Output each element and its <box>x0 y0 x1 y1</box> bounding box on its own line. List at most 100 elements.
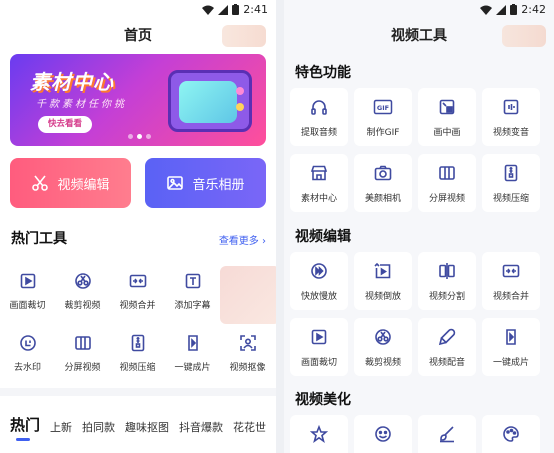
tab-flower[interactable]: 花花世 <box>233 419 266 435</box>
tool-label: 视频配音 <box>428 358 465 368</box>
signal-icon <box>496 4 507 15</box>
tool-dub[interactable]: 视频配音 <box>418 318 476 376</box>
tool-cut-video[interactable]: 裁剪视频 <box>55 266 110 328</box>
tool-label: 画中画 <box>433 128 461 138</box>
section-separator <box>0 388 276 396</box>
tool-merge[interactable]: 视频合并 <box>482 252 540 310</box>
blurred-tool-tile[interactable] <box>220 266 276 324</box>
tool-split[interactable]: 视频分割 <box>418 252 476 310</box>
tool-label: 一键成片 <box>492 358 529 368</box>
tool-crop[interactable]: 画面裁切 <box>290 318 348 376</box>
dub-icon <box>437 327 457 347</box>
tool-beautify-1[interactable] <box>290 415 348 453</box>
merge-icon <box>127 270 149 292</box>
tool-material-center[interactable]: 素材中心 <box>290 154 348 212</box>
hot-tools-title: 热门工具 <box>11 231 67 247</box>
camera-icon <box>373 163 393 183</box>
status-bar: 2:42 <box>284 0 554 20</box>
category-tabs: 热门 上新 拍同款 趣味抠图 抖音爆款 花花世 <box>10 414 266 441</box>
tool-label: 美颜相机 <box>364 194 401 204</box>
see-more-link[interactable]: 查看更多 › <box>219 232 266 247</box>
tool-watermark[interactable]: 去水印 <box>0 328 55 390</box>
tool-label: 素材中心 <box>300 194 337 204</box>
tool-label: 裁剪视频 <box>64 301 101 311</box>
tool-label: 一键成片 <box>174 363 211 373</box>
tab-same-style[interactable]: 拍同款 <box>82 419 115 435</box>
tool-label: 视频分割 <box>428 292 465 302</box>
banner-pager <box>128 134 151 139</box>
battery-icon <box>232 4 240 15</box>
featured-grid: 提取音频 GIF 制作GIF 画中画 视频变音 素材中心 美颜相机 分屏视频 视 <box>290 88 550 212</box>
cut-video-icon <box>373 327 393 347</box>
tool-label: 视频抠像 <box>229 363 266 373</box>
pager-dot <box>146 134 151 139</box>
reverse-icon <box>373 261 393 281</box>
section-title-featured: 特色功能 <box>295 65 351 81</box>
avatar[interactable] <box>502 25 546 47</box>
tool-make-gif[interactable]: GIF 制作GIF <box>354 88 412 146</box>
tool-beautify-2[interactable] <box>354 415 412 453</box>
tool-label: 裁剪视频 <box>364 358 401 368</box>
video-edit-button[interactable]: 视频编辑 <box>10 158 131 208</box>
tool-one-click[interactable]: 一键成片 <box>482 318 540 376</box>
tab-fun-cutout[interactable]: 趣味抠图 <box>125 419 169 435</box>
tab-new[interactable]: 上新 <box>50 419 72 435</box>
tool-voice-change[interactable]: 视频变音 <box>482 88 540 146</box>
merge-icon <box>501 261 521 281</box>
promo-banner[interactable]: 素材中心 千款素材任你挑 快去看看 <box>10 54 266 146</box>
tool-portrait-cutout[interactable]: 视频抠像 <box>220 328 275 390</box>
store-icon <box>309 163 329 183</box>
split-screen-icon <box>437 163 457 183</box>
banner-cta-button[interactable]: 快去看看 <box>38 116 92 133</box>
tool-label: 视频合并 <box>119 301 156 311</box>
picture-in-picture-icon <box>437 97 457 117</box>
one-click-icon <box>182 332 204 354</box>
wifi-icon <box>480 5 493 15</box>
subtitle-icon <box>182 270 204 292</box>
tool-label: 视频压缩 <box>492 194 529 204</box>
tool-reverse[interactable]: 视频倒放 <box>354 252 412 310</box>
tool-label: 画面裁切 <box>9 301 46 311</box>
tool-pip[interactable]: 画中画 <box>418 88 476 146</box>
status-time: 2:42 <box>521 3 546 16</box>
tool-beauty-camera[interactable]: 美颜相机 <box>354 154 412 212</box>
pager-dot <box>128 134 133 139</box>
split-screen-icon <box>72 332 94 354</box>
tool-compress[interactable]: 视频压缩 <box>482 154 540 212</box>
star-icon <box>309 424 329 444</box>
brush-icon <box>437 424 457 444</box>
compress-icon <box>501 163 521 183</box>
pager-dot-active <box>137 134 142 139</box>
music-album-button[interactable]: 音乐相册 <box>145 158 266 208</box>
tool-split-screen[interactable]: 分屏视频 <box>418 154 476 212</box>
cut-video-icon <box>72 270 94 292</box>
tool-one-click[interactable]: 一键成片 <box>165 328 220 390</box>
tool-merge[interactable]: 视频合并 <box>110 266 165 328</box>
tool-beautify-3[interactable] <box>418 415 476 453</box>
photo-icon <box>167 176 184 190</box>
beautify-grid <box>290 415 550 453</box>
video-edit-label: 视频编辑 <box>57 177 110 193</box>
compress-icon <box>127 332 149 354</box>
tool-speed[interactable]: 快放慢放 <box>290 252 348 310</box>
tool-label: 画面裁切 <box>300 358 337 368</box>
tool-beautify-4[interactable] <box>482 415 540 453</box>
tool-label: 分屏视频 <box>64 363 101 373</box>
tool-split-screen[interactable]: 分屏视频 <box>55 328 110 390</box>
tool-extract-audio[interactable]: 提取音频 <box>290 88 348 146</box>
tool-label: 快放慢放 <box>300 292 337 302</box>
status-bar: 2:41 <box>0 0 276 20</box>
tab-douyin[interactable]: 抖音爆款 <box>179 419 223 435</box>
tab-hot[interactable]: 热门 <box>10 414 40 441</box>
tool-label: 去水印 <box>13 363 41 373</box>
tool-compress[interactable]: 视频压缩 <box>110 328 165 390</box>
video-tools-screen: 2:42 视频工具 特色功能 提取音频 GIF 制作GIF 画中画 视频变音 素… <box>284 0 554 453</box>
signal-icon <box>218 4 229 15</box>
avatar[interactable] <box>222 25 266 47</box>
tool-cut-video[interactable]: 裁剪视频 <box>354 318 412 376</box>
portrait-cutout-icon <box>237 332 259 354</box>
watermark-icon <box>17 332 39 354</box>
smile-icon <box>373 424 393 444</box>
tool-subtitle[interactable]: 添加字幕 <box>165 266 220 328</box>
tool-crop[interactable]: 画面裁切 <box>0 266 55 328</box>
